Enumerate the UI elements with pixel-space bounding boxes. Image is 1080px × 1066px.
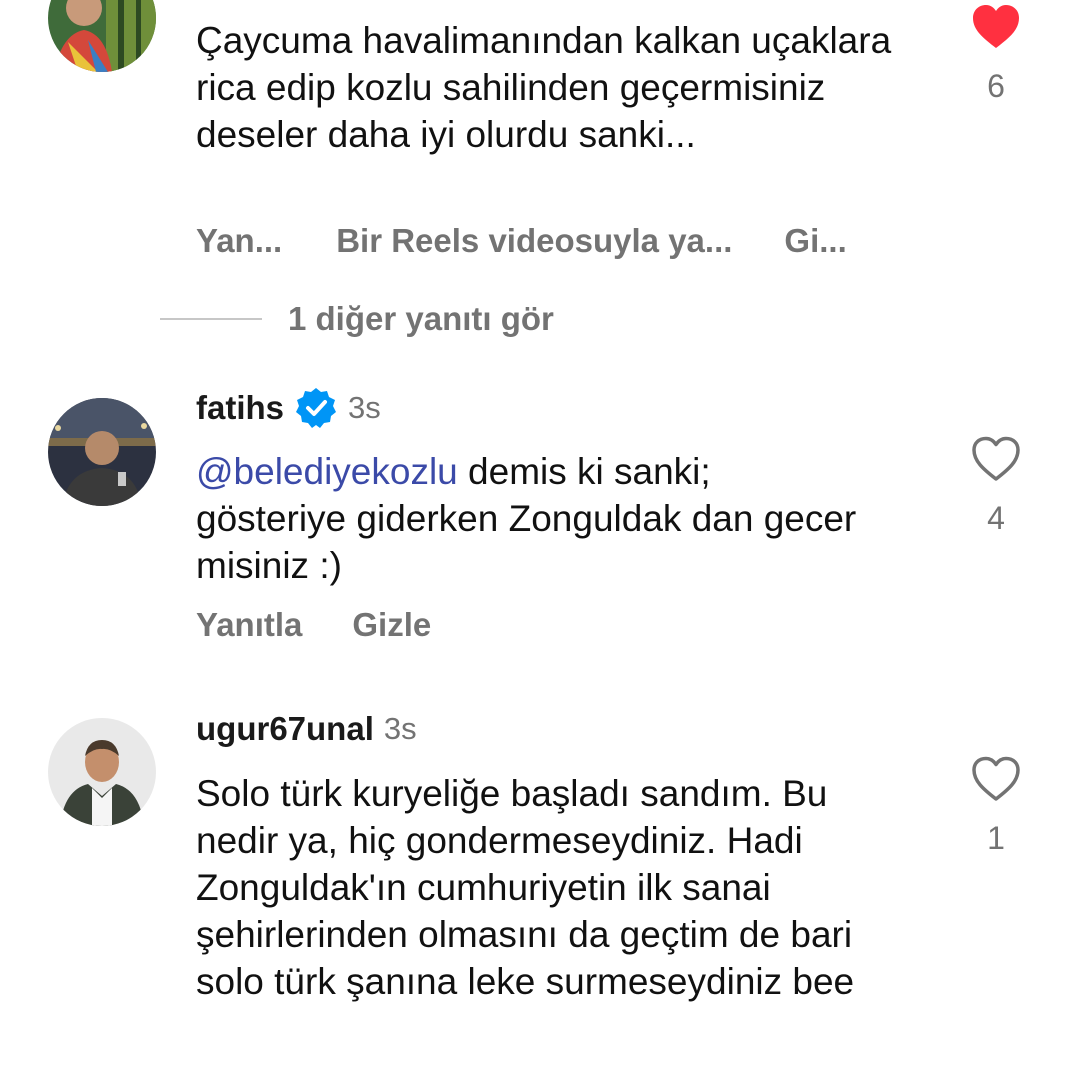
comment-actions: Yan... Bir Reels videosuyla ya... Gi... xyxy=(196,222,847,260)
comment-time: 3s xyxy=(383,711,417,746)
heart-outline-icon[interactable] xyxy=(971,436,1021,482)
hide-button[interactable]: Gi... xyxy=(784,222,846,260)
comment-item: fatihs 3s @belediyekozlu demis ki sanki;… xyxy=(0,380,1080,660)
hide-button[interactable]: Gizle xyxy=(352,606,431,644)
like-count: 4 xyxy=(987,500,1005,536)
heart-filled-icon[interactable] xyxy=(971,4,1021,50)
comment-time: 3s xyxy=(348,390,381,425)
reply-button[interactable]: Yanıtla xyxy=(196,606,302,644)
heart-outline-icon[interactable] xyxy=(971,756,1021,802)
comment-item: ugur67unal 3s Solo türk kuryeliğe başlad… xyxy=(0,700,1080,1066)
reply-with-reel-button[interactable]: Bir Reels videosuyla ya... xyxy=(336,222,732,260)
username[interactable]: fatihs xyxy=(196,389,284,427)
view-more-replies[interactable]: 1 diğer yanıtı gör xyxy=(160,300,554,338)
like-control[interactable]: 6 xyxy=(966,4,1026,105)
reply-button[interactable]: Yan... xyxy=(196,222,282,260)
comment-item: Çaycuma havalimanından kalkan uçaklara r… xyxy=(0,0,1080,290)
view-more-replies-label: 1 diğer yanıtı gör xyxy=(288,300,554,337)
like-control[interactable]: 4 xyxy=(966,436,1026,537)
comment-text: @belediyekozlu demis ki sanki; gösteriye… xyxy=(196,448,916,589)
verified-badge-icon xyxy=(296,388,337,428)
like-count: 6 xyxy=(987,68,1005,104)
comment-actions: Yanıtla Gizle xyxy=(196,606,431,644)
username[interactable]: ugur67unal xyxy=(196,710,374,748)
divider xyxy=(160,318,262,320)
comment-header: ugur67unal 3s xyxy=(196,710,417,748)
comment-header: fatihs 3s xyxy=(196,386,381,430)
avatar[interactable] xyxy=(48,0,156,72)
avatar[interactable] xyxy=(48,718,156,826)
comment-text: Solo türk kuryeliğe başladı sandım. Bu n… xyxy=(196,773,863,1002)
comment-text: Çaycuma havalimanından kalkan uçaklara r… xyxy=(196,20,902,155)
like-count: 1 xyxy=(987,820,1005,856)
avatar[interactable] xyxy=(48,398,156,506)
mention-link[interactable]: @belediyekozlu xyxy=(196,451,458,492)
like-control[interactable]: 1 xyxy=(966,756,1026,857)
